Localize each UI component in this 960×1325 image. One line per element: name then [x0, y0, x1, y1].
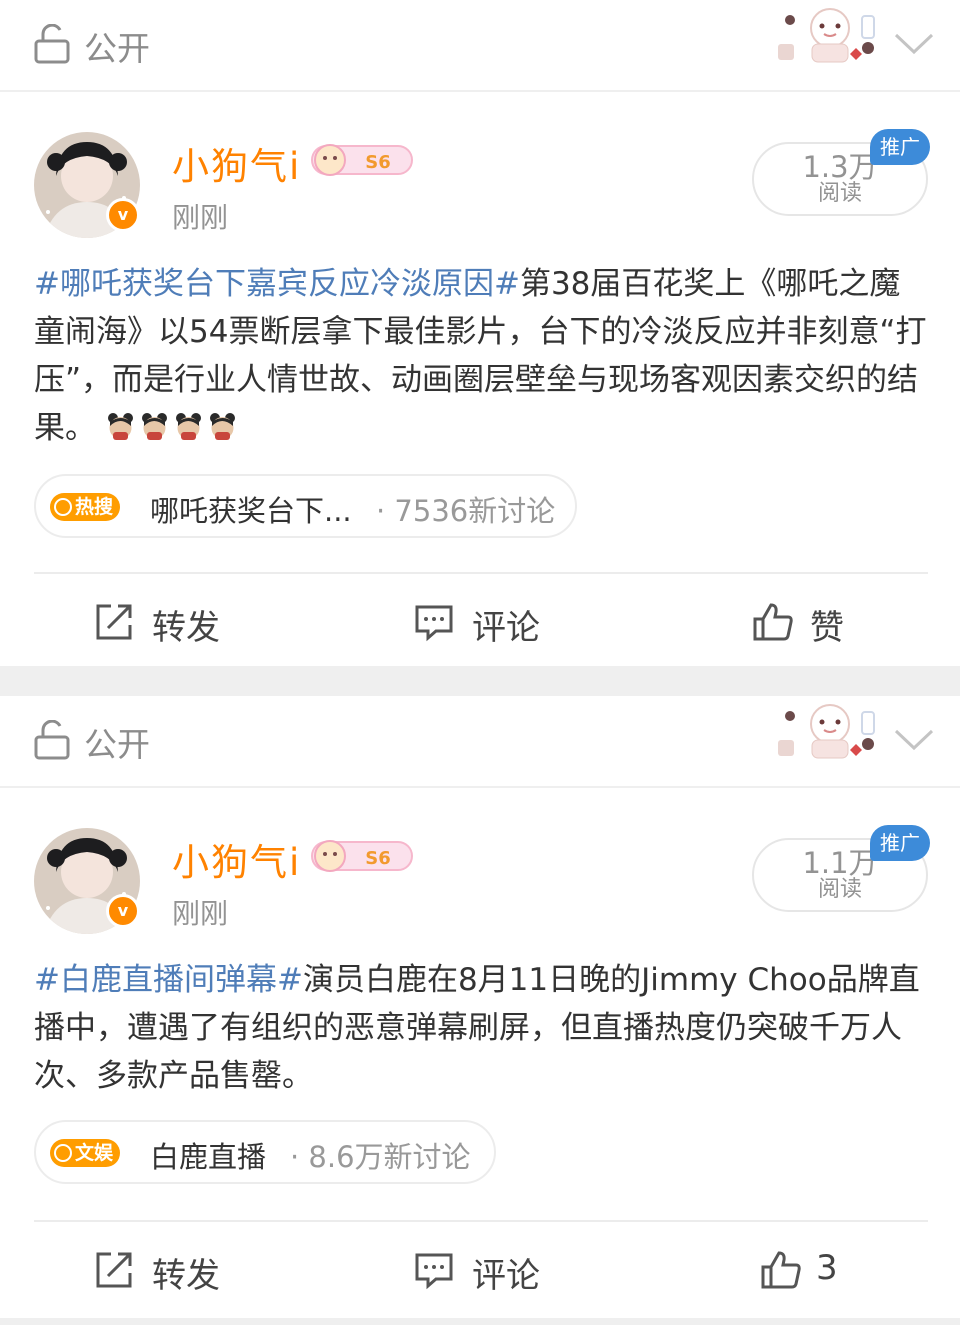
privacy-bar: 公开 — [0, 0, 960, 90]
topic-discussion-count: · 7536新讨论 — [376, 494, 556, 528]
chevron-down-icon[interactable] — [893, 726, 935, 754]
chevron-down-icon[interactable] — [893, 30, 935, 58]
username[interactable]: 小狗气i — [172, 136, 301, 190]
topic-title: 白鹿直播 — [150, 1140, 267, 1174]
nezha-emoji-icon — [141, 413, 167, 440]
nezha-emoji-icon — [107, 413, 133, 440]
post-card[interactable]: v 小狗气i S6 刚刚 1.3万 阅读 推广 #哪吒获奖台下嘉宾反应冷淡原因#… — [0, 92, 960, 666]
repost-label: 转发 — [152, 1256, 220, 1296]
privacy-bar: 公开 — [0, 696, 960, 786]
username[interactable]: 小狗气i — [172, 832, 301, 886]
verified-badge-icon: v — [106, 198, 140, 232]
hot-search-badge: 热搜 — [50, 493, 121, 521]
divider — [34, 572, 928, 574]
entertainment-badge: 文娱 — [50, 1139, 121, 1167]
divider — [34, 1220, 928, 1222]
thumbs-up-icon — [761, 1251, 801, 1289]
post-time: 刚刚 — [172, 201, 229, 234]
post-text: #哪吒获奖台下嘉宾反应冷淡原因#第38届百花奖上《哪吒之魔童闹海》以54票断层拿… — [34, 260, 929, 452]
level-badge-icon: S6 — [311, 144, 413, 176]
nezha-emoji-icon — [209, 413, 235, 440]
comment-icon — [415, 1253, 453, 1290]
comment-label: 评论 — [472, 1256, 540, 1296]
search-icon — [54, 1144, 72, 1162]
unlock-icon — [34, 24, 70, 64]
nezha-emoji-group — [106, 410, 242, 446]
visibility-label: 公开 — [84, 29, 150, 68]
hashtag-link[interactable]: #哪吒获奖台下嘉宾反应冷淡原因# — [34, 266, 520, 302]
nezha-emoji-icon — [175, 413, 201, 440]
post-text: #白鹿直播间弹幕#演员白鹿在8月11日晚的Jimmy Choo品牌直播中，遭遇了… — [34, 956, 929, 1100]
repost-icon — [96, 604, 132, 640]
read-unit: 阅读 — [817, 181, 862, 206]
level-text: S6 — [365, 848, 391, 869]
comment-label: 评论 — [472, 608, 540, 648]
post-card[interactable]: v 小狗气i S6 刚刚 1.1万 阅读 推广 #白鹿直播间弹幕#演员白鹿在8月… — [0, 788, 960, 1318]
ad-badge: 推广 — [870, 129, 930, 165]
topic-title: 哪吒获奖台下... — [150, 494, 352, 528]
like-button[interactable]: 3 — [760, 1246, 860, 1294]
level-text: S6 — [365, 152, 391, 173]
topic-card[interactable]: 热搜 哪吒获奖台下... · 7536新讨论 — [34, 474, 577, 538]
unlock-icon — [34, 720, 70, 760]
hashtag-link[interactable]: #白鹿直播间弹幕# — [34, 962, 303, 998]
level-badge-icon: S6 — [311, 840, 413, 872]
like-count: 3 — [816, 1248, 838, 1288]
comment-button[interactable]: 评论 — [414, 598, 554, 648]
decoration-sticker-icon — [778, 8, 875, 63]
like-button[interactable]: 赞 — [752, 598, 862, 648]
search-icon — [54, 498, 72, 516]
topic-card[interactable]: 文娱 白鹿直播 · 8.6万新讨论 — [34, 1120, 496, 1184]
ad-badge: 推广 — [870, 825, 930, 861]
like-label: 赞 — [810, 608, 844, 648]
topic-discussion-count: · 8.6万新讨论 — [290, 1140, 471, 1174]
post-time: 刚刚 — [172, 897, 229, 930]
verified-badge-icon: v — [106, 894, 140, 928]
visibility-label: 公开 — [84, 725, 150, 764]
comment-icon — [415, 605, 453, 642]
repost-button[interactable]: 转发 — [94, 598, 234, 648]
read-unit: 阅读 — [817, 877, 862, 902]
thumbs-up-icon — [753, 603, 793, 641]
repost-label: 转发 — [152, 608, 220, 648]
decoration-sticker-icon — [778, 704, 875, 759]
repost-icon — [96, 1252, 132, 1288]
comment-button[interactable]: 评论 — [414, 1246, 554, 1296]
repost-button[interactable]: 转发 — [94, 1246, 234, 1296]
